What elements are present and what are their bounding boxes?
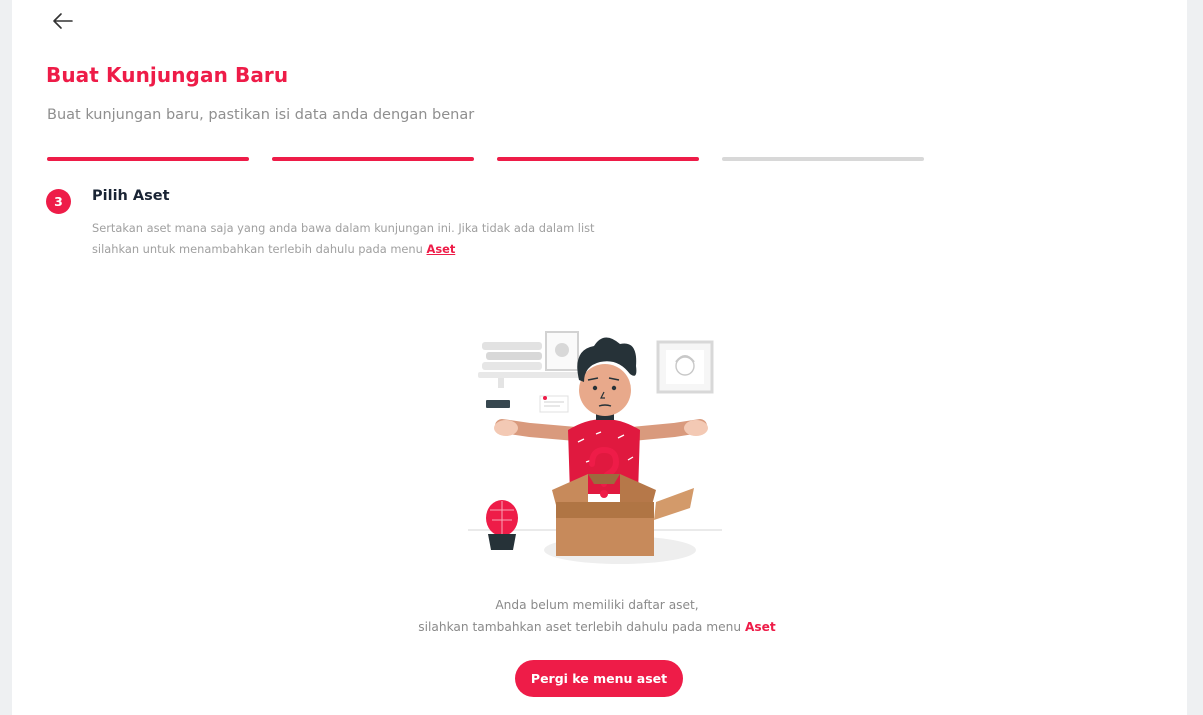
empty-state-line-2-text: silahkan tambahkan aset terlebih dahulu … [418, 620, 742, 634]
right-scroll-gutter[interactable] [1187, 0, 1203, 715]
arrow-left-icon[interactable] [50, 8, 76, 34]
empty-state-line-2: silahkan tambahkan aset terlebih dahulu … [300, 616, 894, 638]
step-bar-1 [47, 157, 249, 161]
left-gutter [0, 0, 12, 715]
progress-stepper [47, 157, 924, 161]
step-bar-4 [722, 157, 924, 161]
empty-state-line-1: Anda belum memiliki daftar aset, [495, 598, 699, 612]
aset-menu-link[interactable]: Aset [427, 242, 456, 256]
page-subtitle: Buat kunjungan baru, pastikan isi data a… [47, 107, 475, 123]
step-bar-2 [272, 157, 474, 161]
step-description: Sertakan aset mana saja yang anda bawa d… [92, 218, 732, 260]
empty-box-illustration [468, 331, 722, 564]
step-number-badge: 3 [46, 189, 71, 214]
page-title: Buat Kunjungan Baru [46, 63, 289, 87]
go-to-asset-menu-button[interactable]: Pergi ke menu aset [515, 660, 683, 697]
empty-state-aset-link[interactable]: Aset [745, 620, 776, 634]
step-bar-3 [497, 157, 699, 161]
step-title: Pilih Aset [92, 188, 170, 204]
step-description-line-1: Sertakan aset mana saja yang anda bawa d… [92, 221, 595, 235]
step-description-line-2: silahkan untuk menambahkan terlebih dahu… [92, 242, 423, 256]
empty-state-message: Anda belum memiliki daftar aset, silahka… [300, 594, 894, 638]
